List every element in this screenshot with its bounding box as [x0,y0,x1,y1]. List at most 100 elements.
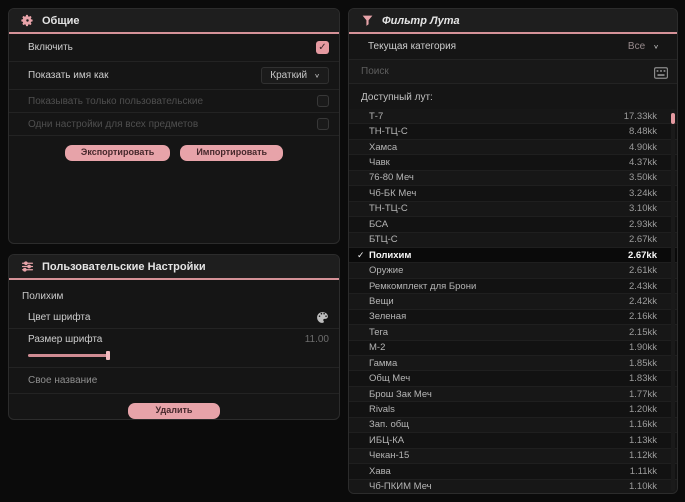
loot-row[interactable]: ТН-ТЦ-С 3.10kk [349,201,677,218]
loot-value: 2.93kk [629,218,657,230]
loot-value: 1.85kk [629,357,657,369]
delete-button[interactable]: Удалить [127,403,221,419]
loot-value: 2.67kk [629,234,657,246]
loot-row[interactable]: ИБЦ-КА 1.13kk [349,433,677,449]
same-settings-label: Одни настройки для всех предметов [28,118,199,130]
category-row: Текущая категория Все ∨ [349,34,677,60]
loot-name: Т-7 [369,110,384,122]
loot-row[interactable]: Чавк 4.37kk [349,155,677,171]
category-value: Все [627,41,646,52]
loot-value: 1.77kk [629,388,657,400]
loot-name: Rivals [369,404,395,416]
loot-row[interactable]: Чекан-15 1.12kk [349,448,677,465]
loot-row[interactable]: Общ Меч 1.83kk [349,371,677,387]
loot-name: Чб-ПКИМ Меч [369,481,432,493]
loot-row[interactable]: Ремкомплект для Брони 2.43kk [349,278,677,295]
filter-panel-title: Фильтр Лута [382,14,460,27]
show-name-row: Показать имя как Краткий ∨ [9,62,339,90]
loot-row[interactable]: Зеленая 2.16kk [349,309,677,326]
loot-value: 1.11kk [629,465,657,477]
loot-row[interactable]: Хамса 4.90kk [349,139,677,156]
loot-row[interactable]: Чб-ПКИМ Меч 1.10kk [349,479,677,493]
row-check-icon: ✓ [357,249,365,260]
loot-name: Вещи [369,295,394,307]
loot-name: Общ Меч [369,373,411,385]
loot-row[interactable]: Чб-БК Меч 3.24kk [349,186,677,202]
font-size-row: Размер шрифта 11.00 [9,329,339,368]
loot-name: Чекан-15 [369,450,410,462]
loot-value: 2.15kk [629,326,657,338]
loot-name: ИБЦ-КА [369,434,405,446]
loot-row[interactable]: БТЦ-С 2.67kk [349,232,677,248]
palette-icon[interactable] [316,311,329,324]
loot-value: 4.90kk [629,141,657,153]
loot-name: Зеленая [369,311,407,323]
custom-name-input[interactable] [9,368,339,394]
general-panel: Общие Включить ✓ Показать имя как Кратки… [8,8,340,244]
loot-value: 2.42kk [629,295,657,307]
loot-row[interactable]: Гамма 1.85kk [349,356,677,372]
loot-value: 2.16kk [629,311,657,323]
loot-row[interactable]: 76-80 Меч 3.50kk [349,170,677,187]
loot-value: 3.10kk [629,203,657,215]
loot-row[interactable]: Хава 1.11kk [349,464,677,480]
loot-list: Т-7 17.33kk ТН-ТЦ-С 8.48kk Хамса 4.90kk … [349,109,677,493]
available-loot-label: Доступный лут: [361,92,433,103]
loot-row[interactable]: БСА 2.93kk [349,217,677,233]
loot-name: Чб-БК Меч [369,187,417,199]
general-panel-header: Общие [9,9,339,34]
loot-value: 4.37kk [629,157,657,169]
loot-row[interactable]: М-2 1.90kk [349,340,677,356]
category-label: Текущая категория [368,41,457,52]
search-input[interactable] [349,60,677,83]
loot-row[interactable]: ✓ Полихим 2.67kk [349,247,677,264]
loot-name: ТН-ТЦ-С [369,203,408,215]
enable-label: Включить [28,42,73,53]
loot-name: Тега [369,326,389,338]
font-color-row: Цвет шрифта [9,307,339,329]
loot-row[interactable]: Т-7 17.33kk [349,109,677,125]
loot-value: 1.12kk [629,450,657,462]
loot-value: 2.43kk [629,280,657,292]
enable-row: Включить ✓ [9,34,339,62]
loot-row[interactable]: Зап. общ 1.16kk [349,417,677,434]
slider-handle[interactable] [106,351,110,360]
scrollbar-track[interactable] [671,109,675,491]
loot-name: Полихим [369,249,412,261]
show-name-value: Краткий [270,70,308,81]
only-custom-checkbox[interactable] [317,95,329,107]
loot-row[interactable]: Брош Зак Меч 1.77kk [349,386,677,403]
loot-row[interactable]: ТН-ТЦ-С 8.48kk [349,124,677,140]
loot-row[interactable]: Тега 2.15kk [349,325,677,341]
scrollbar-thumb[interactable] [671,113,675,124]
loot-name: БСА [369,218,389,230]
keyboard-icon[interactable] [654,66,668,79]
font-size-value: 11.00 [304,334,329,345]
show-name-dropdown[interactable]: Краткий ∨ [261,67,329,84]
loot-row[interactable]: Вещи 2.42kk [349,294,677,310]
selected-item-name: Полихим [22,291,64,302]
font-size-slider[interactable] [28,351,329,360]
loot-value: 1.83kk [629,373,657,385]
same-settings-checkbox[interactable] [317,118,329,130]
loot-name: Ремкомплект для Брони [369,280,477,292]
custom-panel-title: Пользовательские Настройки [42,260,206,273]
delete-row: Удалить [9,403,339,419]
loot-name: ТН-ТЦ-С [369,126,408,138]
import-button[interactable]: Импортировать [180,145,284,161]
loot-name: М-2 [369,342,386,354]
loot-value: 8.48kk [629,126,657,138]
search-row [349,60,677,84]
loot-row[interactable]: Оружие 2.61kk [349,263,677,279]
filter-panel-header: Фильтр Лута [349,9,677,34]
loot-value: 1.20kk [629,404,657,416]
export-import-row: Экспортировать Импортировать [9,145,339,161]
loot-row[interactable]: Rivals 1.20kk [349,402,677,418]
export-button[interactable]: Экспортировать [64,145,171,161]
loot-value: 17.33kk [623,110,657,122]
custom-settings-panel: Пользовательские Настройки Полихим Цвет … [8,254,340,420]
custom-panel-header: Пользовательские Настройки [9,255,339,280]
loot-name: БТЦ-С [369,234,398,246]
enable-checkbox[interactable]: ✓ [316,41,329,54]
category-dropdown[interactable]: Все ∨ [628,41,663,52]
